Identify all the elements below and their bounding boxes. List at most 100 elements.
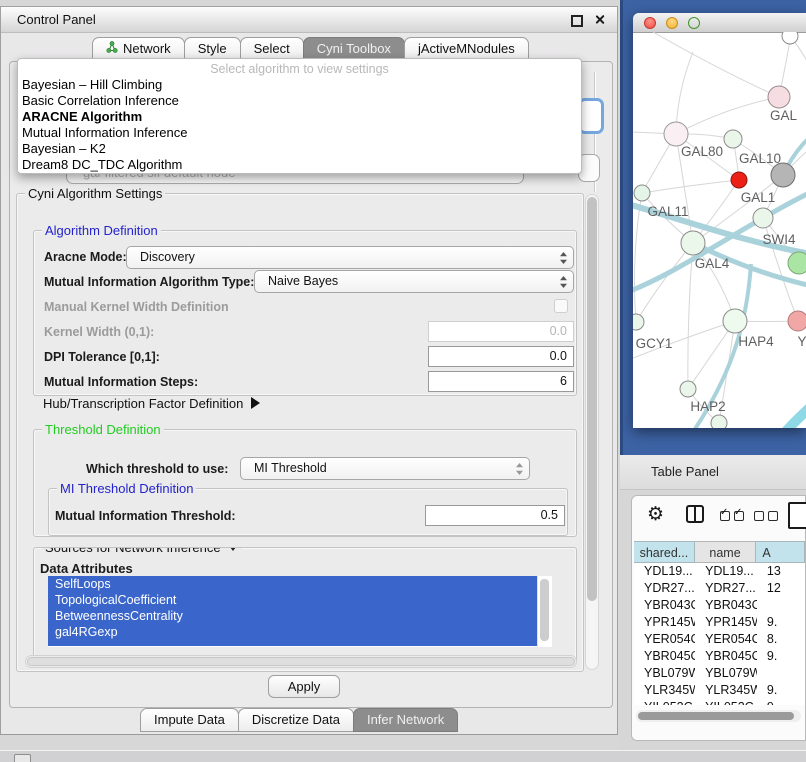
table-cell[interactable]: YDR27... [634, 580, 695, 597]
column-header-clipped[interactable]: A [756, 541, 805, 563]
algorithm-option[interactable]: ARACNE Algorithm [18, 109, 581, 125]
minimize-traffic-light[interactable] [666, 17, 678, 29]
manual-kernel-checkbox[interactable] [554, 299, 568, 313]
deselect-all-icon-2[interactable] [768, 511, 778, 521]
table-cell[interactable]: YBR043C [695, 597, 757, 614]
data-attributes-list[interactable]: SelfLoops TopologicalCoefficient Between… [48, 576, 552, 647]
network-node-gal10[interactable] [724, 130, 742, 148]
table-row[interactable]: YDL19...YDL19...13 [634, 563, 805, 580]
table-cell[interactable]: YIL052C [634, 699, 695, 705]
table-body[interactable]: YDL19...YDL19...13YDR27...YDR27...12YBR0… [634, 563, 805, 705]
attribute-item[interactable]: TopologicalCoefficient [48, 592, 538, 608]
algorithm-option[interactable]: Bayesian – Hill Climbing [18, 77, 581, 93]
deselect-all-icon[interactable] [754, 511, 764, 521]
select-all-icon-2[interactable] [734, 511, 744, 521]
column-header-name[interactable]: name [695, 541, 757, 563]
table-cell[interactable]: YBR045C [634, 648, 695, 665]
table-cell[interactable] [757, 597, 805, 614]
table-row[interactable]: YIL052CYIL052C9. [634, 699, 805, 705]
file-icon[interactable] [788, 502, 806, 529]
network-node-swi4[interactable] [753, 208, 773, 228]
bottom-tab[interactable]: Impute Data [140, 708, 239, 732]
table-cell[interactable]: YBR043C [634, 597, 695, 614]
table-cell[interactable]: YPR145W [695, 614, 757, 631]
close-traffic-light[interactable] [644, 17, 656, 29]
network-node-y[interactable] [788, 311, 806, 331]
network-node-gal80[interactable] [664, 122, 688, 146]
table-cell[interactable]: 9. [757, 648, 805, 665]
table-cell[interactable]: YDR27... [695, 580, 757, 597]
apply-button[interactable]: Apply [268, 675, 340, 698]
table-cell[interactable] [757, 665, 805, 682]
table-cell[interactable]: YPR145W [634, 614, 695, 631]
network-node[interactable] [771, 163, 795, 187]
mi-threshold-field[interactable]: 0.5 [425, 505, 565, 526]
network-node-gal4[interactable] [681, 231, 705, 255]
network-node-gal11[interactable] [634, 185, 650, 201]
table-cell[interactable]: YDL19... [695, 563, 757, 580]
table-cell[interactable]: 9. [757, 699, 805, 705]
split-view-icon[interactable] [686, 505, 704, 523]
table-cell[interactable]: YLR345W [634, 682, 695, 699]
mi-steps-field[interactable]: 6 [428, 371, 574, 392]
table-cell[interactable]: YER054C [695, 631, 757, 648]
sources-title[interactable]: Sources for Network Inference [42, 547, 242, 555]
table-cell[interactable]: YIL052C [695, 699, 757, 705]
algorithm-option[interactable]: Mutual Information Inference [18, 125, 581, 141]
table-row[interactable]: YDR27...YDR27...12 [634, 580, 805, 597]
table-row[interactable]: YBR043CYBR043C [634, 597, 805, 614]
minimized-window-icon[interactable] [14, 754, 31, 762]
which-threshold-combo[interactable]: MI Threshold [240, 457, 530, 480]
network-node-hap4[interactable] [723, 309, 747, 333]
network-node[interactable] [782, 32, 798, 44]
float-window-icon[interactable] [571, 15, 583, 27]
close-icon[interactable] [594, 14, 605, 25]
table-row[interactable]: YPR145WYPR145W9. [634, 614, 805, 631]
settings-horizontal-scrollbar[interactable] [25, 655, 577, 668]
table-cell[interactable]: 9. [757, 682, 805, 699]
table-row[interactable]: YBR045CYBR045C9. [634, 648, 805, 665]
network-node-gcy1[interactable] [633, 314, 644, 330]
algorithm-option[interactable]: Basic Correlation Inference [18, 93, 581, 109]
gear-icon[interactable]: ⚙ [647, 504, 664, 526]
table-cell[interactable]: YLR345W [695, 682, 757, 699]
table-cell[interactable]: 13 [757, 563, 805, 580]
dpi-tolerance-field[interactable]: 0.0 [428, 346, 574, 367]
attribute-item[interactable]: SelfLoops [48, 576, 538, 592]
network-node-gal[interactable] [768, 86, 790, 108]
select-all-icon[interactable] [720, 511, 730, 521]
attribute-item[interactable]: BetweennessCentrality [48, 608, 538, 624]
attribute-item[interactable]: gal4RGexp [48, 624, 538, 640]
network-node-hap2[interactable] [680, 381, 696, 397]
bottom-tab[interactable]: Discretize Data [238, 708, 354, 732]
network-node-label: GCY1 [636, 336, 673, 351]
aracne-mode-combo[interactable]: Discovery [126, 246, 574, 269]
hub-definition-toggle[interactable]: Hub/Transcription Factor Definition [43, 396, 260, 411]
table-cell[interactable]: YBR045C [695, 648, 757, 665]
table-cell[interactable]: YBL079W [634, 665, 695, 682]
table-row[interactable]: YBL079WYBL079W [634, 665, 805, 682]
network-node[interactable] [788, 252, 806, 274]
algorithm-option-label: Bayesian – Hill Climbing [22, 77, 162, 92]
network-node[interactable] [711, 415, 727, 428]
table-cell[interactable]: YDL19... [634, 563, 695, 580]
table-cell[interactable]: 12 [757, 580, 805, 597]
table-row[interactable]: YER054CYER054C8. [634, 631, 805, 648]
zoom-traffic-light[interactable] [688, 17, 700, 29]
algorithm-option[interactable]: Bayesian – K2 [18, 141, 581, 157]
table-cell[interactable]: YER054C [634, 631, 695, 648]
network-canvas[interactable]: GALGAL80GAL10GAL1GAL11SWI4GAL4GCY1HAP4YH… [633, 32, 806, 428]
column-header-shared-name[interactable]: shared... [634, 541, 695, 563]
mi-type-combo[interactable]: Naive Bayes [254, 270, 574, 293]
attribute-list-scrollbar[interactable] [537, 576, 552, 647]
algorithm-option[interactable]: Dream8 DC_TDC Algorithm [18, 157, 581, 173]
settings-vertical-scrollbar[interactable] [585, 194, 599, 670]
network-node-gal1[interactable] [731, 172, 747, 188]
table-cell[interactable]: YBL079W [695, 665, 757, 682]
table-horizontal-scrollbar[interactable] [636, 710, 801, 722]
table-cell[interactable]: 9. [757, 614, 805, 631]
table-cell[interactable]: 8. [757, 631, 805, 648]
kernel-width-field[interactable]: 0.0 [428, 321, 574, 342]
bottom-tab[interactable]: Infer Network [353, 708, 458, 732]
table-row[interactable]: YLR345WYLR345W9. [634, 682, 805, 699]
